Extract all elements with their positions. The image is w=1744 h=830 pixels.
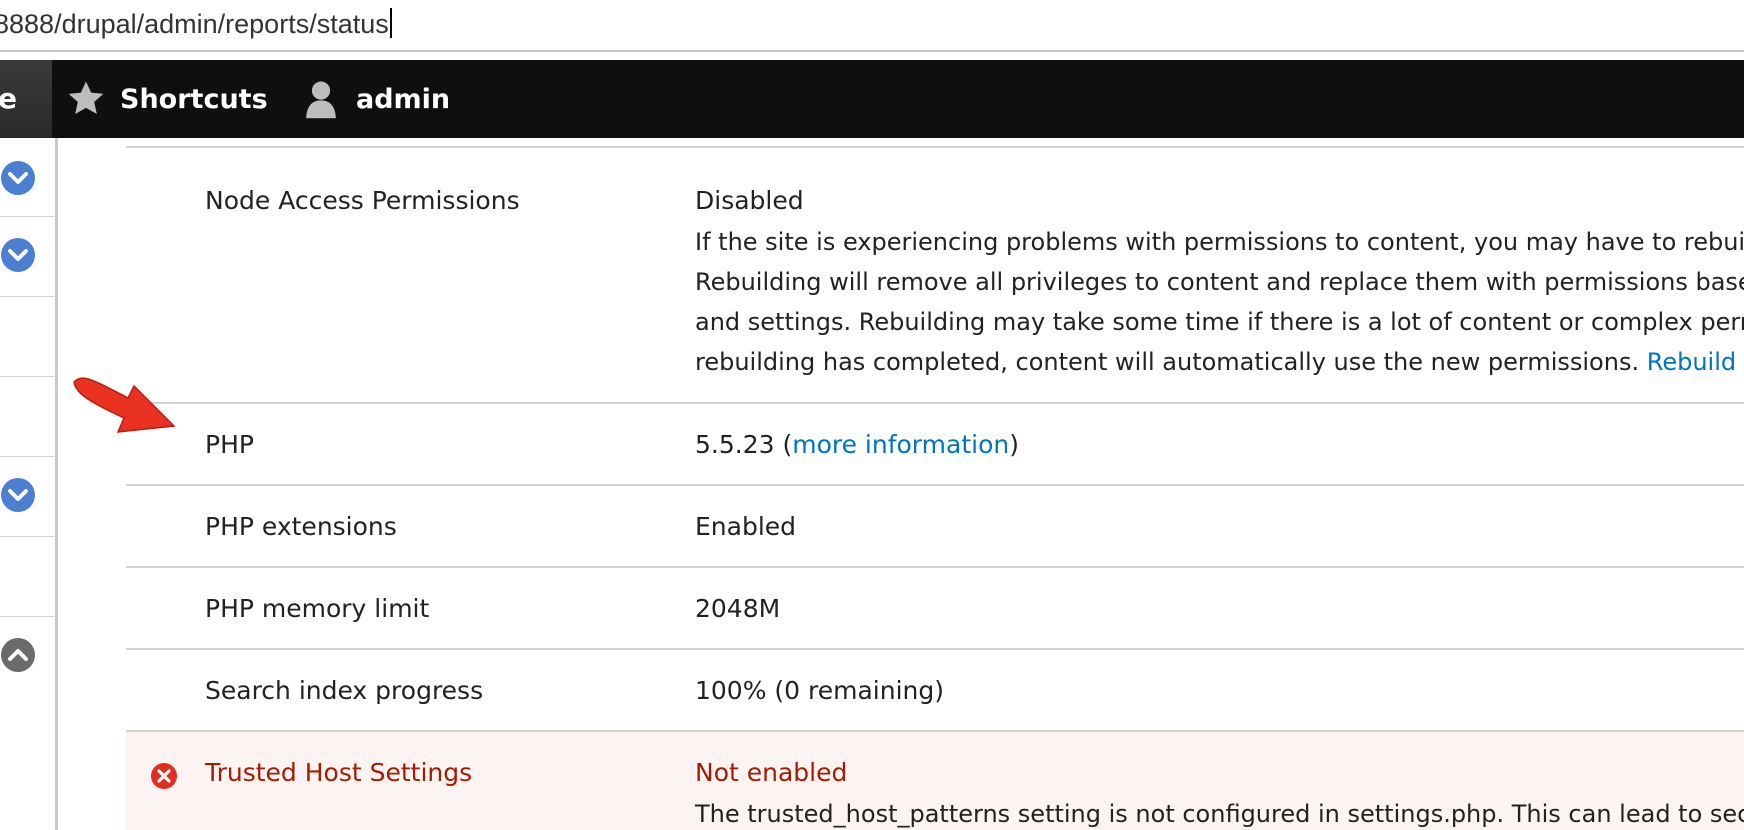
sidebar-item[interactable] xyxy=(0,138,56,217)
address-bar[interactable]: 8888/drupal/admin/reports/status xyxy=(0,0,1744,52)
toolbar-tray-sidebar xyxy=(0,138,58,830)
toolbar-tab-manage-label: e xyxy=(0,82,17,115)
sidebar-item[interactable] xyxy=(0,377,56,457)
chevron-up-icon[interactable] xyxy=(0,637,36,673)
status-row-php-extensions: PHP extensions Enabled xyxy=(126,486,1744,568)
status-value: 100% (0 remaining) xyxy=(695,676,945,705)
error-icon xyxy=(151,763,177,789)
status-description-text: rebuilding has completed, content will a… xyxy=(695,348,1647,376)
chevron-down-icon[interactable] xyxy=(0,160,36,196)
status-description-line: If the site is experiencing problems wit… xyxy=(695,228,1744,256)
more-information-link[interactable]: more information xyxy=(792,430,1009,459)
admin-toolbar: e Shortcuts admin xyxy=(0,60,1744,138)
status-description-line: and settings. Rebuilding may take some t… xyxy=(695,308,1744,336)
sidebar-item[interactable] xyxy=(0,217,56,297)
status-label: PHP memory limit xyxy=(205,594,430,623)
status-value: Enabled xyxy=(695,512,797,541)
url-text[interactable]: 8888/drupal/admin/reports/status xyxy=(0,6,392,42)
status-value: Not enabled xyxy=(695,758,848,787)
status-row-trusted-host: Trusted Host Settings Not enabled The tr… xyxy=(126,732,1744,830)
status-row-search-index: Search index progress 100% (0 remaining) xyxy=(126,650,1744,732)
star-icon xyxy=(68,81,104,114)
paren-close: ) xyxy=(1009,430,1019,459)
status-label: Search index progress xyxy=(205,676,484,705)
status-description-line: rebuilding has completed, content will a… xyxy=(695,342,1744,382)
status-value: Disabled xyxy=(695,186,804,215)
status-description-line: The trusted_host_patterns setting is not… xyxy=(695,800,1744,828)
sidebar-item[interactable] xyxy=(0,297,56,377)
sidebar-item[interactable] xyxy=(0,537,56,617)
php-version: 5.5.23 ( xyxy=(695,430,793,459)
status-row-node-access: Node Access Permissions Disabled If the … xyxy=(126,148,1744,404)
sidebar-item[interactable] xyxy=(0,457,56,537)
status-label: PHP extensions xyxy=(205,512,397,541)
toolbar-tab-shortcuts[interactable]: Shortcuts xyxy=(66,60,268,138)
sidebar-item[interactable] xyxy=(0,617,56,697)
user-label: admin xyxy=(356,83,451,115)
text-caret xyxy=(389,8,392,38)
url-value: 8888/drupal/admin/reports/status xyxy=(0,9,389,39)
shortcuts-label: Shortcuts xyxy=(120,83,268,115)
chevron-down-icon[interactable] xyxy=(0,477,36,513)
status-label: Node Access Permissions xyxy=(205,186,520,215)
rebuild-permissions-link[interactable]: Rebuild p xyxy=(1647,348,1744,376)
status-value: 2048M xyxy=(695,594,781,623)
status-value: 5.5.23 (more information) xyxy=(695,430,1019,459)
status-row-php: PHP 5.5.23 (more information) xyxy=(126,404,1744,486)
chevron-down-icon[interactable] xyxy=(0,237,36,273)
status-report-table: Node Access Permissions Disabled If the … xyxy=(126,138,1744,830)
status-row-php-memory: PHP memory limit 2048M xyxy=(126,568,1744,650)
status-label: PHP xyxy=(205,430,254,459)
annotation-arrow-icon xyxy=(73,377,176,433)
status-label: Trusted Host Settings xyxy=(205,758,473,787)
status-description-line: Rebuilding will remove all privileges to… xyxy=(695,268,1744,296)
toolbar-tab-user[interactable]: admin xyxy=(300,60,450,138)
user-icon xyxy=(306,81,336,119)
toolbar-tab-manage[interactable]: e xyxy=(0,60,52,138)
